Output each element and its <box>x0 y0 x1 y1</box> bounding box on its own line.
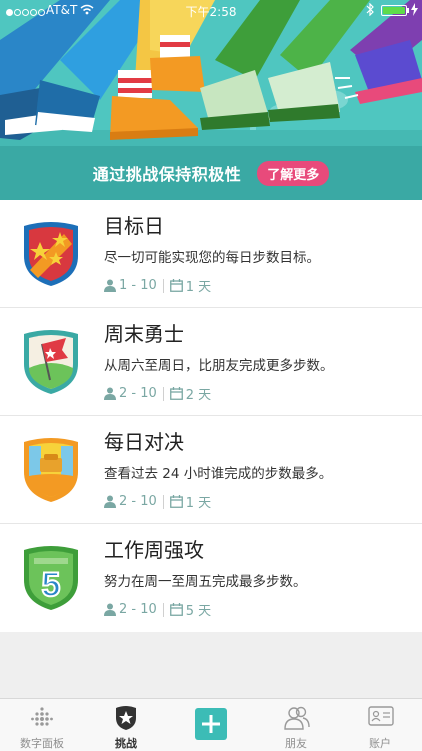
banner-text: 通过挑战保持积极性 <box>92 165 242 184</box>
tab-friends[interactable]: 朋友 <box>254 699 338 751</box>
person-icon <box>104 387 116 400</box>
challenge-title: 每日对决 <box>104 430 184 454</box>
person-icon <box>104 495 116 508</box>
tab-label: 数字面板 <box>20 737 64 750</box>
goal-day-badge-icon <box>24 222 78 286</box>
fitbit-dots-icon <box>31 707 53 726</box>
challenge-duration: 5 天 <box>185 604 212 619</box>
tab-challenges[interactable]: 挑战 <box>84 699 168 751</box>
challenge-description: 尽一切可能实现您的每日步数目标。 <box>104 250 320 266</box>
tab-dashboard[interactable]: 数字面板 <box>0 699 84 751</box>
challenge-item-weekend-warrior[interactable]: 周末勇士 从周六至周日，比朋友完成更多步数。 2 - 10 2 天 <box>0 308 422 416</box>
calendar-icon <box>169 495 183 508</box>
challenge-title: 目标日 <box>104 214 164 238</box>
player-count: 2 - 10 <box>119 602 157 617</box>
plus-icon <box>202 715 220 733</box>
workweek-hustle-badge-icon: 5 <box>24 546 78 610</box>
challenge-description: 查看过去 24 小时谁完成的步数最多。 <box>104 466 333 482</box>
challenge-item-daily-showdown[interactable]: 每日对决 查看过去 24 小时谁完成的步数最多。 2 - 10 1 天 <box>0 416 422 524</box>
svg-text:5: 5 <box>42 566 61 604</box>
runners-illustration <box>0 0 422 150</box>
challenge-list: 目标日 尽一切可能实现您的每日步数目标。 1 - 10 1 天 周末勇士 从周六… <box>0 200 422 632</box>
challenge-item-goal-day[interactable]: 目标日 尽一切可能实现您的每日步数目标。 1 - 10 1 天 <box>0 200 422 308</box>
tab-bar: 数字面板 挑战 朋友 账户 <box>0 698 422 751</box>
tab-label: 账户 <box>369 737 391 750</box>
account-card-icon <box>368 706 394 726</box>
charging-icon <box>411 3 418 16</box>
banner-bar: 通过挑战保持积极性 了解更多 <box>0 146 422 200</box>
person-icon <box>104 603 116 616</box>
challenge-description: 从周六至周日，比朋友完成更多步数。 <box>104 358 334 374</box>
tab-label: 朋友 <box>285 737 307 750</box>
calendar-icon <box>169 279 183 292</box>
challenge-duration: 1 天 <box>185 496 212 511</box>
challenge-duration: 1 天 <box>185 280 212 295</box>
player-count: 2 - 10 <box>119 494 157 509</box>
battery-icon <box>381 5 407 16</box>
tab-label: 挑战 <box>115 737 137 750</box>
challenge-shield-icon <box>116 706 136 730</box>
challenge-meta: 1 - 10 1 天 <box>104 276 211 295</box>
person-icon <box>104 279 116 292</box>
meta-divider <box>162 386 164 401</box>
friends-icon <box>284 706 310 730</box>
challenge-title: 工作周强攻 <box>104 538 204 562</box>
meta-divider <box>162 602 164 617</box>
battery-nub <box>407 8 409 13</box>
bluetooth-icon <box>366 3 374 16</box>
calendar-icon <box>169 603 183 616</box>
add-button[interactable] <box>195 708 227 740</box>
tab-account[interactable]: 账户 <box>338 699 422 751</box>
status-bar: AT&T 下午2:58 <box>0 0 422 22</box>
daily-showdown-badge-icon <box>24 438 78 502</box>
status-time: 下午2:58 <box>185 5 237 19</box>
challenge-meta: 2 - 10 2 天 <box>104 384 211 403</box>
meta-divider <box>162 278 164 293</box>
challenge-title: 周末勇士 <box>104 322 184 346</box>
meta-divider <box>162 494 164 509</box>
challenges-banner: AT&T 下午2:58 通过挑战保持积极性 了解更多 <box>0 0 422 200</box>
player-count: 2 - 10 <box>119 386 157 401</box>
challenge-description: 努力在周一至周五完成最多步数。 <box>104 574 307 590</box>
weekend-warrior-badge-icon <box>24 330 78 394</box>
player-count: 1 - 10 <box>119 278 157 293</box>
calendar-icon <box>169 387 183 400</box>
challenge-item-workweek-hustle[interactable]: 5 工作周强攻 努力在周一至周五完成最多步数。 2 - 10 5 天 <box>0 524 422 632</box>
challenge-meta: 2 - 10 5 天 <box>104 600 211 619</box>
challenge-duration: 2 天 <box>185 388 212 403</box>
learn-more-button[interactable]: 了解更多 <box>257 160 330 186</box>
challenge-meta: 2 - 10 1 天 <box>104 492 211 511</box>
